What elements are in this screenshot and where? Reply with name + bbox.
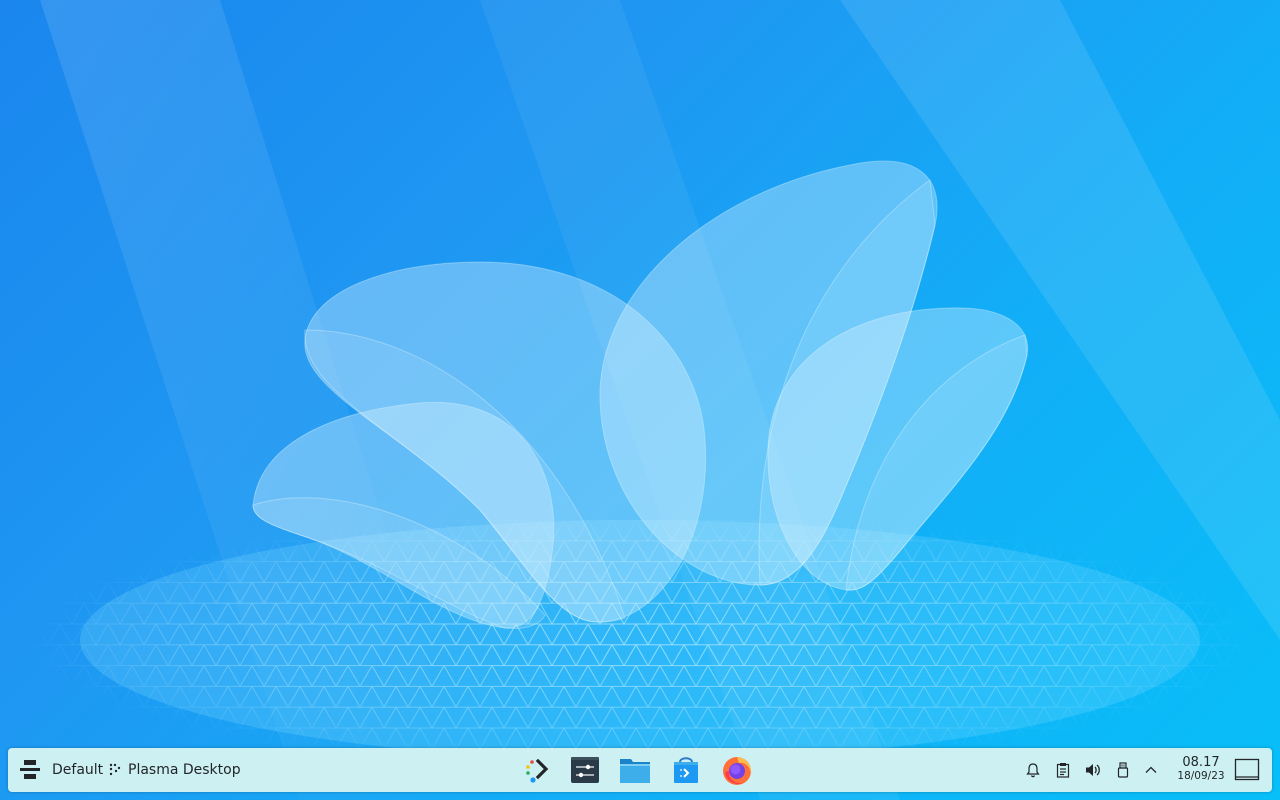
digital-clock[interactable]: 08.17 18/09/23 bbox=[1168, 755, 1234, 782]
show-hidden-icons-button[interactable] bbox=[1141, 760, 1161, 780]
firefox-task[interactable] bbox=[721, 754, 753, 786]
dolphin-task[interactable] bbox=[619, 754, 651, 786]
clipboard-button[interactable] bbox=[1053, 760, 1073, 780]
activity-switcher[interactable]: Default bbox=[18, 758, 103, 782]
app-launcher-button[interactable] bbox=[520, 754, 552, 786]
discover-task[interactable] bbox=[670, 754, 702, 786]
usb-device-icon bbox=[1117, 762, 1129, 778]
clock-date: 18/09/23 bbox=[1177, 770, 1225, 782]
taskbar-panel: Default Plasma Desktop 08.17 18/09/23 bbox=[8, 748, 1272, 792]
notifications-button[interactable] bbox=[1023, 760, 1043, 780]
plasma-desktop-icon bbox=[109, 763, 121, 776]
chevron-up-icon bbox=[1145, 766, 1157, 773]
dolphin-file-manager-icon bbox=[620, 759, 650, 783]
show-desktop-icon bbox=[1234, 758, 1260, 781]
firefox-icon bbox=[723, 757, 752, 785]
device-notifier-button[interactable] bbox=[1113, 760, 1133, 780]
volume-icon bbox=[1086, 764, 1100, 776]
system-settings-task[interactable] bbox=[569, 754, 601, 786]
plasma-desktop-label: Plasma Desktop bbox=[128, 762, 241, 778]
desktop-wallpaper[interactable] bbox=[0, 0, 1280, 800]
clipboard-icon bbox=[1056, 763, 1070, 778]
clock-time: 08.17 bbox=[1182, 755, 1220, 770]
activity-switcher-icon bbox=[20, 760, 40, 779]
volume-button[interactable] bbox=[1083, 760, 1103, 780]
discover-store-icon bbox=[674, 757, 698, 783]
kickoff-launcher-icon bbox=[526, 758, 549, 783]
system-settings-icon bbox=[571, 757, 599, 783]
plasma-desktop-menu[interactable]: Plasma Desktop bbox=[108, 758, 241, 782]
notifications-bell-icon bbox=[1026, 763, 1040, 778]
activity-label: Default bbox=[52, 762, 104, 778]
show-desktop-button[interactable] bbox=[1233, 756, 1261, 784]
